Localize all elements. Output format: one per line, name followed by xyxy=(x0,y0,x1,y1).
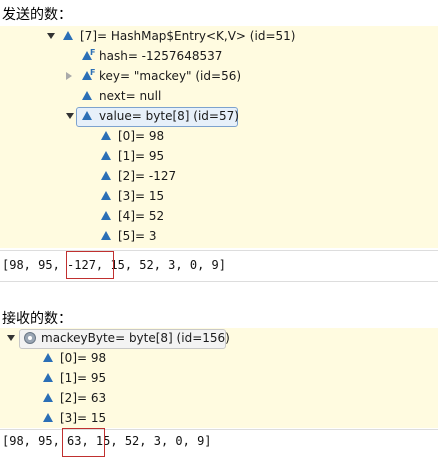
entry-label: [7]= HashMap$Entry<K,V> (id=51) xyxy=(80,29,296,43)
field-icon xyxy=(82,91,92,100)
element-label: [2]= -127 xyxy=(118,169,177,183)
element-label: [0]= 98 xyxy=(60,351,107,365)
field-icon xyxy=(101,131,111,140)
expand-right-icon[interactable] xyxy=(66,72,72,80)
element-label: [3]= 15 xyxy=(60,411,107,425)
key-label: key= "mackey" (id=56) xyxy=(99,69,242,83)
tree-row-element[interactable]: [5]= 3 xyxy=(0,226,438,246)
local-variable-icon xyxy=(24,332,36,344)
send-heading: 发送的数： xyxy=(2,7,72,23)
tree-row-element[interactable]: [1]= 95 xyxy=(0,368,438,388)
field-icon xyxy=(101,231,111,240)
field-icon xyxy=(43,373,53,382)
tree-row-element[interactable]: [1]= 95 xyxy=(0,146,438,166)
tree-row-element[interactable]: [2]= 63 xyxy=(0,388,438,408)
element-label: [0]= 98 xyxy=(118,129,165,143)
tree-row-element[interactable]: [0]= 98 xyxy=(0,348,438,368)
tree-row-value[interactable]: value= byte[8] (id=57) xyxy=(0,106,438,126)
tree-row-entry[interactable]: [7]= HashMap$Entry<K,V> (id=51) xyxy=(0,26,438,46)
receive-variables-tree: mackeyByte= byte[8] (id=156) [0]= 98 [1]… xyxy=(0,328,438,428)
element-label: [4]= 52 xyxy=(118,209,165,223)
field-icon xyxy=(101,211,111,220)
element-label: [2]= 63 xyxy=(60,391,107,405)
next-label: next= null xyxy=(99,89,162,103)
tree-row-variable[interactable]: mackeyByte= byte[8] (id=156) xyxy=(0,328,438,348)
hash-label: hash= -1257648537 xyxy=(99,49,223,63)
element-label: [3]= 15 xyxy=(118,189,165,203)
tree-row-element[interactable]: [0]= 98 xyxy=(0,126,438,146)
element-label: [5]= 3 xyxy=(118,229,157,243)
field-icon xyxy=(43,413,53,422)
element-label: [1]= 95 xyxy=(118,149,165,163)
field-icon xyxy=(101,151,111,160)
field-icon xyxy=(63,31,73,40)
field-icon xyxy=(101,171,111,180)
tree-row-key[interactable]: F key= "mackey" (id=56) xyxy=(0,66,438,86)
clipped-row: [6]= 0 xyxy=(100,245,160,248)
tree-row-hash[interactable]: F hash= -1257648537 xyxy=(0,46,438,66)
tree-row-element[interactable]: [3]= 15 xyxy=(0,408,438,428)
field-icon xyxy=(82,111,92,120)
expand-down-icon[interactable] xyxy=(47,33,55,39)
variable-label: mackeyByte= byte[8] (id=156) xyxy=(41,331,230,345)
tree-row-element[interactable]: [2]= -127 xyxy=(0,166,438,186)
value-label: value= byte[8] (id=57) xyxy=(99,109,239,123)
expand-down-icon[interactable] xyxy=(66,113,74,119)
field-icon xyxy=(43,393,53,402)
send-variables-tree: [7]= HashMap$Entry<K,V> (id=51) F hash= … xyxy=(0,26,438,248)
element-label: [1]= 95 xyxy=(60,371,107,385)
tree-row-element[interactable]: [3]= 15 xyxy=(0,186,438,206)
field-icon xyxy=(101,191,111,200)
tree-row-element[interactable]: [4]= 52 xyxy=(0,206,438,226)
field-icon xyxy=(43,353,53,362)
tree-row-next[interactable]: next= null xyxy=(0,86,438,106)
expand-down-icon[interactable] xyxy=(7,335,15,341)
divider xyxy=(0,281,438,282)
highlight-box-receive xyxy=(62,428,105,457)
receive-heading: 接收的数： xyxy=(2,311,72,327)
highlight-box-send xyxy=(66,251,114,279)
